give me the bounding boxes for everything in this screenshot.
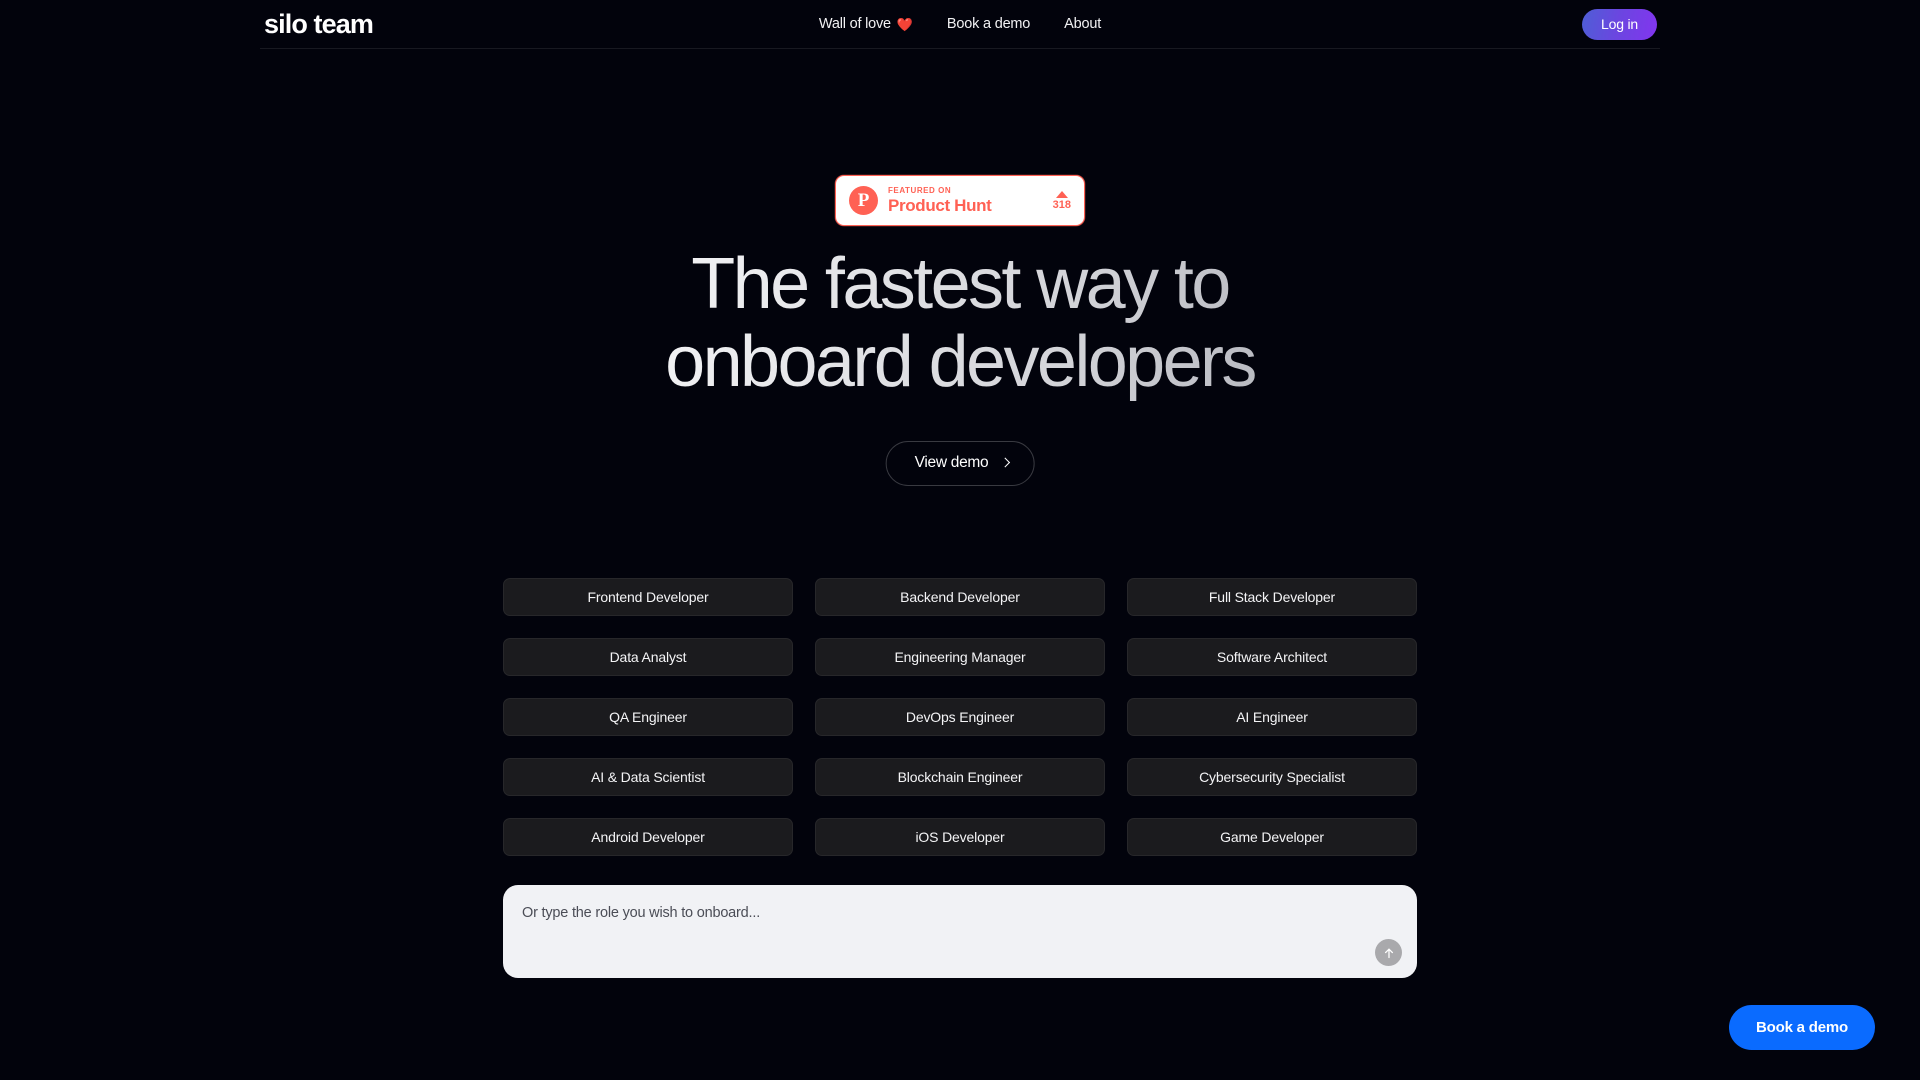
product-hunt-icon: P xyxy=(849,186,878,215)
role-card[interactable]: DevOps Engineer xyxy=(815,698,1105,736)
role-card[interactable]: Backend Developer xyxy=(815,578,1105,616)
chevron-right-icon xyxy=(999,457,1010,468)
headline-line-1: The fastest way to xyxy=(691,244,1229,324)
product-hunt-text: FEATURED ON Product Hunt xyxy=(888,186,1049,215)
nav-item-wall-of-love[interactable]: Wall of love ❤️ xyxy=(819,16,913,32)
send-button[interactable] xyxy=(1375,939,1402,966)
floating-book-demo-button[interactable]: Book a demo xyxy=(1729,1005,1875,1050)
role-composer[interactable] xyxy=(503,885,1417,978)
upvote-group: 318 xyxy=(1049,190,1071,211)
role-card[interactable]: Engineering Manager xyxy=(815,638,1105,676)
role-card[interactable]: AI & Data Scientist xyxy=(503,758,793,796)
arrow-up-icon xyxy=(1384,948,1393,958)
product-hunt-name: Product Hunt xyxy=(888,195,992,215)
page-title: The fastest way to onboard developers xyxy=(0,245,1920,402)
nav-item-label: Wall of love xyxy=(818,16,891,32)
role-card[interactable]: Frontend Developer xyxy=(503,578,793,616)
logo[interactable]: silo team xyxy=(260,10,374,38)
role-grid: Frontend Developer Backend Developer Ful… xyxy=(503,578,1417,856)
nav-item-label: About xyxy=(1064,16,1102,32)
role-card[interactable]: Software Architect xyxy=(1127,638,1417,676)
heart-icon: ❤️ xyxy=(896,16,913,32)
role-card[interactable]: Full Stack Developer xyxy=(1127,578,1417,616)
role-card[interactable]: Blockchain Engineer xyxy=(815,758,1105,796)
role-card[interactable]: AI Engineer xyxy=(1127,698,1417,736)
role-card[interactable]: QA Engineer xyxy=(503,698,793,736)
headline-line-2: onboard developers xyxy=(665,322,1255,403)
site-header: silo team Wall of love ❤️ Book a demo Ab… xyxy=(0,0,1920,49)
role-card[interactable]: Cybersecurity Specialist xyxy=(1127,758,1417,796)
header-container: silo team Wall of love ❤️ Book a demo Ab… xyxy=(260,0,1660,49)
login-button[interactable]: Log in xyxy=(1582,8,1657,40)
nav-item-book-a-demo[interactable]: Book a demo xyxy=(947,16,1030,32)
view-demo-button[interactable]: View demo xyxy=(885,441,1035,486)
role-card[interactable]: Android Developer xyxy=(503,818,793,856)
role-input[interactable] xyxy=(522,905,1362,955)
product-hunt-badge[interactable]: P FEATURED ON Product Hunt 318 xyxy=(835,175,1085,226)
upvote-triangle-icon xyxy=(1055,190,1068,198)
upvote-count: 318 xyxy=(1052,198,1071,211)
featured-on-label: FEATURED ON xyxy=(888,185,952,195)
role-card[interactable]: Data Analyst xyxy=(503,638,793,676)
role-card[interactable]: Game Developer xyxy=(1127,818,1417,856)
nav-item-about[interactable]: About xyxy=(1064,16,1101,32)
view-demo-label: View demo xyxy=(914,454,989,471)
nav-item-label: Book a demo xyxy=(946,16,1031,32)
role-card[interactable]: iOS Developer xyxy=(815,818,1105,856)
main-nav: Wall of love ❤️ Book a demo About xyxy=(819,16,1101,32)
